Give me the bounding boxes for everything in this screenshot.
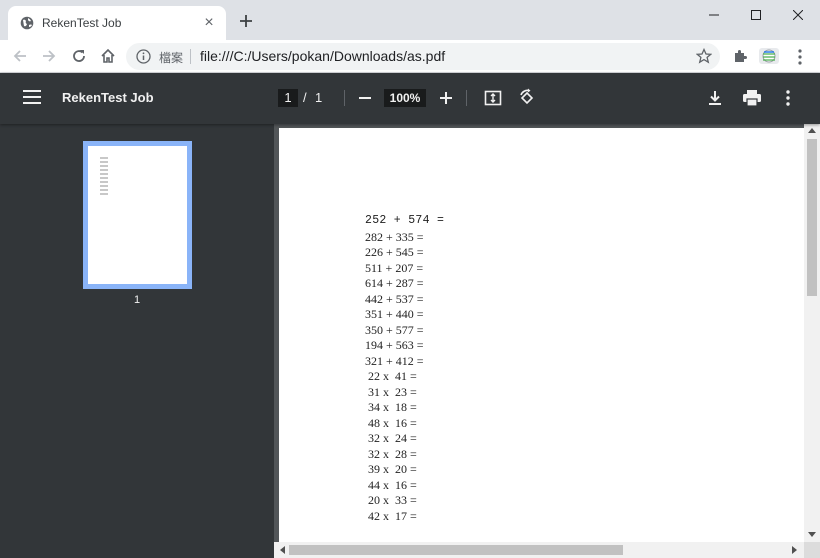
document-line: 32 x 24 = xyxy=(365,431,417,445)
page-total: 1 xyxy=(315,90,323,105)
document-line: 34 x 18 = xyxy=(365,400,417,414)
browser-toolbar: 檔案 file:///C:/Users/pokan/Downloads/as.p… xyxy=(0,40,820,73)
tab-title: RekenTest Job xyxy=(42,16,122,30)
home-icon xyxy=(101,48,115,63)
thumbnail-text-line xyxy=(100,189,108,191)
globe-icon xyxy=(20,16,34,30)
print-icon[interactable] xyxy=(742,89,762,107)
scrollbar-corner xyxy=(804,542,820,558)
page-thumbnail[interactable] xyxy=(83,141,192,289)
document-line: 32 x 28 = xyxy=(365,446,417,461)
home-button[interactable] xyxy=(96,44,120,68)
thumbnail-text-line xyxy=(100,181,108,183)
address-bar[interactable]: 檔案 file:///C:/Users/pokan/Downloads/as.p… xyxy=(126,43,720,70)
maximize-icon xyxy=(751,10,761,20)
document-line: 44 x 16 = xyxy=(365,477,417,492)
new-tab-button[interactable] xyxy=(236,11,256,31)
horizontal-scrollbar[interactable] xyxy=(274,542,804,558)
scroll-up-arrow[interactable] xyxy=(808,128,816,133)
url-text[interactable]: file:///C:/Users/pokan/Downloads/as.pdf xyxy=(200,48,445,64)
pdf-toolbar: RekenTest Job 1 / 1 100% xyxy=(0,73,820,124)
toolbar-divider xyxy=(344,90,345,106)
forward-button[interactable] xyxy=(37,44,61,68)
document-line: 226 + 545 = xyxy=(365,245,424,259)
scroll-right-arrow[interactable] xyxy=(792,546,797,554)
reload-button[interactable] xyxy=(67,44,91,68)
site-label: 檔案 xyxy=(159,51,184,65)
pdf-page: 252 + 574 = 282 + 335 = 226 + 545 = 511 + 2… xyxy=(279,128,804,544)
close-icon[interactable]: × xyxy=(200,14,218,32)
document-line: 31 x 23 = xyxy=(365,384,417,399)
browser-tab[interactable]: RekenTest Job × xyxy=(8,6,226,40)
maximize-button[interactable] xyxy=(734,0,778,30)
vertical-dots-icon[interactable] xyxy=(792,48,808,66)
back-button[interactable] xyxy=(8,44,32,68)
thumbnail-text-line xyxy=(100,157,108,159)
zoom-level[interactable]: 100% xyxy=(384,89,426,107)
document-line: 442 + 537 = xyxy=(365,291,424,306)
thumbnail-text-line xyxy=(100,173,108,175)
omnibox-divider xyxy=(190,49,191,64)
vertical-scrollbar[interactable] xyxy=(804,124,820,542)
window-close-button[interactable] xyxy=(776,0,820,30)
scroll-left-arrow[interactable] xyxy=(280,546,285,554)
pdf-title: RekenTest Job xyxy=(62,90,154,105)
thumbnail-text-line xyxy=(100,169,108,171)
document-line: 42 x 17 = xyxy=(365,508,417,523)
profile-icon[interactable] xyxy=(758,46,780,66)
info-icon[interactable] xyxy=(136,49,151,64)
arrow-left-icon xyxy=(13,50,26,62)
document-line: 20 x 33 = xyxy=(365,493,417,507)
plus-icon xyxy=(240,15,252,27)
minus-icon[interactable] xyxy=(356,89,374,107)
document-line: 48 x 16 = xyxy=(365,415,417,430)
document-line: 321 + 412 = xyxy=(365,353,424,368)
document-line: 350 + 577 = xyxy=(365,322,424,337)
page-separator: / xyxy=(303,90,307,105)
thumbnail-text-line xyxy=(100,177,108,179)
pdf-viewer: 252 + 574 = 282 + 335 = 226 + 545 = 511 + 2… xyxy=(274,124,820,558)
fit-page-icon[interactable] xyxy=(484,89,502,107)
close-icon xyxy=(793,10,803,20)
minimize-icon xyxy=(709,14,719,16)
plus-icon[interactable] xyxy=(437,89,455,107)
thumbnail-text-line xyxy=(100,185,108,187)
thumbnail-text-line xyxy=(100,193,108,195)
document-line: 22 x 41 = xyxy=(365,369,417,383)
hamburger-icon[interactable] xyxy=(23,90,41,104)
page-number-input[interactable]: 1 xyxy=(278,89,298,107)
document-line: 39 x 20 = xyxy=(365,462,417,476)
star-icon[interactable] xyxy=(696,48,712,64)
reload-icon xyxy=(73,50,85,62)
thumbnail-text-line xyxy=(100,161,108,163)
vertical-dots-icon[interactable] xyxy=(780,89,796,107)
thumbnail-page-number: 1 xyxy=(133,294,141,306)
document-line: 282 + 335 = xyxy=(365,229,424,244)
minimize-button[interactable] xyxy=(692,0,736,30)
horizontal-scroll-thumb[interactable] xyxy=(289,545,623,555)
rotate-icon[interactable] xyxy=(517,88,537,108)
document-line: 351 + 440 = xyxy=(365,307,424,321)
thumbnail-text-line xyxy=(100,165,108,167)
download-icon[interactable] xyxy=(706,89,724,107)
document-line: 252 + 574 = xyxy=(365,214,445,227)
document-line: 614 + 287 = xyxy=(365,276,424,290)
toolbar-divider xyxy=(466,90,467,106)
scroll-down-arrow[interactable] xyxy=(808,532,816,537)
thumbnail-sidebar: 1 xyxy=(0,124,274,558)
document-line: 511 + 207 = xyxy=(365,260,424,275)
tab-strip: RekenTest Job × xyxy=(0,0,820,40)
puzzle-icon[interactable] xyxy=(732,48,749,65)
document-line: 194 + 563 = xyxy=(365,338,424,352)
vertical-scroll-thumb[interactable] xyxy=(807,139,817,296)
arrow-right-icon xyxy=(43,50,56,62)
